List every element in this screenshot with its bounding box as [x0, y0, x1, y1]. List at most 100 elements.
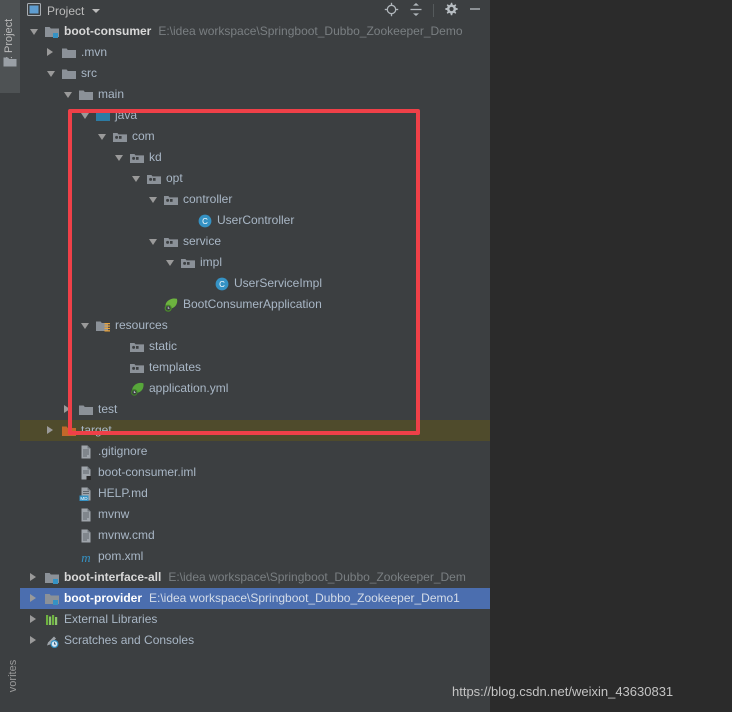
tree-row-label: .gitignore [98, 444, 148, 458]
svg-text:m: m [81, 550, 90, 565]
chevron-down-icon[interactable] [115, 155, 123, 161]
chevron-down-icon[interactable] [98, 134, 106, 140]
tree-row-mvnw[interactable]: mvnw [20, 504, 490, 525]
tree-row-label: .mvn [81, 45, 108, 59]
tree-row-label: UserController [217, 213, 295, 227]
tree-row-boot-interface-all[interactable]: boot-interface-all E:\idea workspace\Spri… [20, 567, 490, 588]
tree-row-pom-xml[interactable]: m pom.xml [20, 546, 490, 567]
settings-gear-icon[interactable] [444, 2, 458, 19]
tree-row-application-yml[interactable]: application.yml [20, 378, 490, 399]
java-class-icon: C [214, 276, 230, 292]
project-tree-container[interactable]: boot-consumer E:\idea workspace\Springboo… [20, 21, 490, 712]
tree-row-mvn[interactable]: .mvn [20, 42, 490, 63]
chevron-down-icon[interactable] [92, 8, 101, 13]
module-folder-icon [44, 591, 60, 607]
project-tool-window-tab[interactable]: 1: Project [0, 0, 20, 93]
excluded-folder-icon [61, 423, 77, 439]
text-file-icon [78, 507, 94, 523]
chevron-down-icon[interactable] [166, 260, 174, 266]
chevron-down-icon[interactable] [132, 176, 140, 182]
favorites-tool-window-tab[interactable]: vorites [0, 640, 20, 710]
svg-text:MD: MD [80, 496, 88, 501]
tree-row-path: E:\idea workspace\Springboot_Dubbo_Zooke… [168, 570, 466, 584]
project-header-actions [384, 0, 482, 21]
project-tab-label: 1: Project [3, 18, 15, 66]
module-folder-icon [44, 570, 60, 586]
tree-row-kd[interactable]: kd [20, 147, 490, 168]
project-header-left[interactable]: Project [27, 0, 101, 21]
package-icon [163, 192, 179, 208]
chevron-down-icon[interactable] [47, 71, 55, 77]
tree-row-controller[interactable]: controller [20, 189, 490, 210]
tree-row-java[interactable]: java [20, 105, 490, 126]
tree-row-label: application.yml [149, 381, 229, 395]
chevron-down-icon[interactable] [64, 92, 72, 98]
tree-row-test[interactable]: test [20, 399, 490, 420]
external-libraries-icon [44, 612, 60, 628]
tree-row-mvnw-cmd[interactable]: mvnw.cmd [20, 525, 490, 546]
collapse-all-icon[interactable] [409, 2, 423, 20]
chevron-down-icon[interactable] [149, 239, 157, 245]
tree-row-src[interactable]: src [20, 63, 490, 84]
folder-icon [78, 87, 94, 103]
tree-row-label: target [81, 423, 112, 437]
tree-row-templates[interactable]: templates [20, 357, 490, 378]
tree-row-com[interactable]: com [20, 126, 490, 147]
resource-root-folder-icon [95, 318, 111, 334]
chevron-right-icon[interactable] [30, 636, 36, 644]
tree-row-label: templates [149, 360, 202, 374]
iml-file-icon [78, 465, 94, 481]
tree-row-service[interactable]: service [20, 231, 490, 252]
toolbar-divider [433, 4, 434, 17]
package-icon [146, 171, 162, 187]
tree-row-label: impl [200, 255, 223, 269]
project-tree[interactable]: boot-consumer E:\idea workspace\Springboo… [20, 21, 490, 651]
chevron-down-icon[interactable] [81, 113, 89, 119]
tree-row-usercontroller[interactable]: C UserController [20, 210, 490, 231]
tree-row-label: boot-interface-all [64, 570, 162, 584]
tree-row-bootconsumerapplication[interactable]: BootConsumerApplication [20, 294, 490, 315]
tree-row-impl[interactable]: impl [20, 252, 490, 273]
tree-row-help-md[interactable]: MD HELP.md [20, 483, 490, 504]
project-panel-header: Project [20, 0, 490, 22]
tree-row-label: main [98, 87, 125, 101]
csdn-watermark: https://blog.csdn.net/weixin_43630831 [452, 684, 674, 699]
project-view-icon [27, 2, 41, 19]
tree-row-userserviceimpl[interactable]: C UserServiceImpl [20, 273, 490, 294]
tree-row-path: E:\idea workspace\Springboot_Dubbo_Zooke… [158, 24, 463, 38]
project-panel: Project boot-consumer E:\idea workspace\… [20, 0, 490, 712]
chevron-down-icon[interactable] [81, 323, 89, 329]
tree-row-gitignore[interactable]: .gitignore [20, 441, 490, 462]
project-header-title: Project [47, 3, 85, 18]
tree-row-label: java [115, 108, 138, 122]
tree-row-label: UserServiceImpl [234, 276, 323, 290]
package-icon [163, 234, 179, 250]
chevron-down-icon[interactable] [30, 29, 38, 35]
chevron-down-icon[interactable] [149, 197, 157, 203]
chevron-right-icon[interactable] [30, 615, 36, 623]
chevron-right-icon[interactable] [30, 573, 36, 581]
svg-text:C: C [219, 280, 225, 289]
chevron-right-icon[interactable] [30, 594, 36, 602]
tree-row-label: kd [149, 150, 162, 164]
chevron-right-icon[interactable] [47, 48, 53, 56]
tree-row-resources[interactable]: resources [20, 315, 490, 336]
package-icon [129, 150, 145, 166]
tree-row-boot-consumer[interactable]: boot-consumer E:\idea workspace\Springboo… [20, 21, 490, 42]
tree-row-static[interactable]: static [20, 336, 490, 357]
tree-row-boot-provider[interactable]: boot-provider E:\idea workspace\Springboo… [20, 588, 490, 609]
scroll-from-source-icon[interactable] [384, 2, 399, 20]
tree-row-main[interactable]: main [20, 84, 490, 105]
tree-row-scratches-and-consoles[interactable]: Scratches and Consoles [20, 630, 490, 651]
folder-icon [61, 45, 77, 61]
favorites-tab-label: vorites [7, 659, 19, 693]
tree-row-opt[interactable]: opt [20, 168, 490, 189]
tree-row-boot-consumer-iml[interactable]: boot-consumer.iml [20, 462, 490, 483]
chevron-right-icon[interactable] [47, 426, 53, 434]
tool-window-strip: 1: Project vorites [0, 0, 20, 712]
tree-row-external-libraries[interactable]: External Libraries [20, 609, 490, 630]
hide-icon[interactable] [468, 2, 482, 19]
chevron-right-icon[interactable] [64, 405, 70, 413]
tree-row-target[interactable]: target [20, 420, 490, 441]
tree-row-label: boot-consumer.iml [98, 465, 197, 479]
